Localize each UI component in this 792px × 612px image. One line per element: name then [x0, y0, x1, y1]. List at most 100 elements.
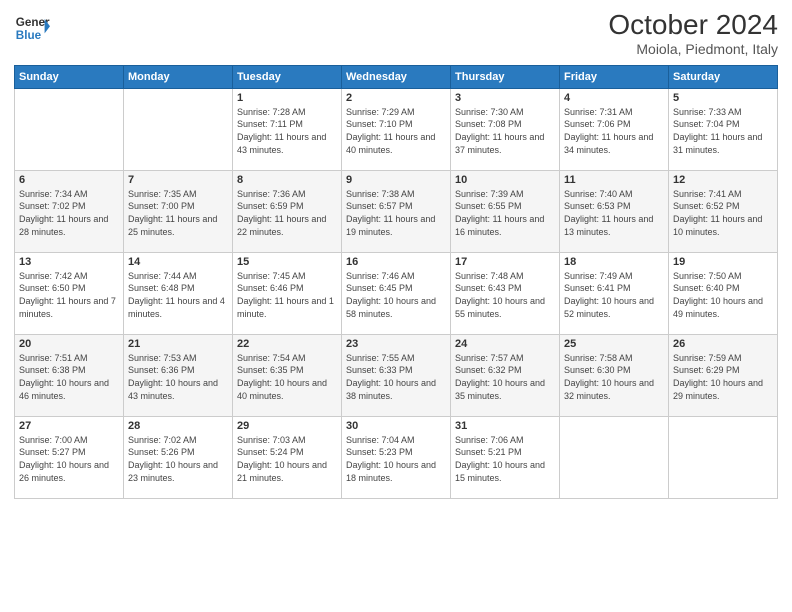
day-number: 23 — [346, 338, 446, 350]
logo: General Blue — [14, 10, 50, 46]
day-info: Sunrise: 7:58 AM Sunset: 6:30 PM Dayligh… — [564, 352, 664, 402]
location: Moiola, Piedmont, Italy — [608, 41, 778, 57]
day-header-thursday: Thursday — [451, 65, 560, 88]
day-cell: 2 Sunrise: 7:29 AM Sunset: 7:10 PM Daylig… — [342, 88, 451, 170]
day-cell — [124, 88, 233, 170]
week-row-4: 20 Sunrise: 7:51 AM Sunset: 6:38 PM Dayli… — [15, 334, 778, 416]
day-cell: 8 Sunrise: 7:36 AM Sunset: 6:59 PM Daylig… — [233, 170, 342, 252]
day-number: 5 — [673, 92, 773, 104]
day-info: Sunrise: 7:41 AM Sunset: 6:52 PM Dayligh… — [673, 188, 773, 238]
day-info: Sunrise: 7:51 AM Sunset: 6:38 PM Dayligh… — [19, 352, 119, 402]
day-number: 11 — [564, 174, 664, 186]
day-info: Sunrise: 7:38 AM Sunset: 6:57 PM Dayligh… — [346, 188, 446, 238]
day-info: Sunrise: 7:30 AM Sunset: 7:08 PM Dayligh… — [455, 106, 555, 156]
day-cell: 5 Sunrise: 7:33 AM Sunset: 7:04 PM Daylig… — [669, 88, 778, 170]
day-number: 25 — [564, 338, 664, 350]
day-number: 29 — [237, 420, 337, 432]
day-cell: 28Sunrise: 7:02 AM Sunset: 5:26 PM Dayli… — [124, 416, 233, 498]
day-number: 16 — [346, 256, 446, 268]
svg-text:Blue: Blue — [16, 29, 42, 42]
day-cell — [15, 88, 124, 170]
day-info: Sunrise: 7:04 AM Sunset: 5:23 PM Dayligh… — [346, 434, 446, 484]
day-number: 28 — [128, 420, 228, 432]
day-number: 4 — [564, 92, 664, 104]
day-info: Sunrise: 7:33 AM Sunset: 7:04 PM Dayligh… — [673, 106, 773, 156]
day-info: Sunrise: 7:34 AM Sunset: 7:02 PM Dayligh… — [19, 188, 119, 238]
day-info: Sunrise: 7:31 AM Sunset: 7:06 PM Dayligh… — [564, 106, 664, 156]
day-info: Sunrise: 7:48 AM Sunset: 6:43 PM Dayligh… — [455, 270, 555, 320]
day-header-friday: Friday — [560, 65, 669, 88]
day-cell: 20 Sunrise: 7:51 AM Sunset: 6:38 PM Dayli… — [15, 334, 124, 416]
day-header-monday: Monday — [124, 65, 233, 88]
day-cell: 12 Sunrise: 7:41 AM Sunset: 6:52 PM Dayli… — [669, 170, 778, 252]
day-number: 7 — [128, 174, 228, 186]
day-info: Sunrise: 7:40 AM Sunset: 6:53 PM Dayligh… — [564, 188, 664, 238]
day-info: Sunrise: 7:55 AM Sunset: 6:33 PM Dayligh… — [346, 352, 446, 402]
day-info: Sunrise: 7:45 AM Sunset: 6:46 PM Dayligh… — [237, 270, 337, 320]
day-info: Sunrise: 7:03 AM Sunset: 5:24 PM Dayligh… — [237, 434, 337, 484]
day-info: Sunrise: 7:44 AM Sunset: 6:48 PM Dayligh… — [128, 270, 228, 320]
day-info: Sunrise: 7:59 AM Sunset: 6:29 PM Dayligh… — [673, 352, 773, 402]
day-number: 24 — [455, 338, 555, 350]
day-cell: 4 Sunrise: 7:31 AM Sunset: 7:06 PM Daylig… — [560, 88, 669, 170]
day-cell: 23 Sunrise: 7:55 AM Sunset: 6:33 PM Dayli… — [342, 334, 451, 416]
day-cell: 31 Sunrise: 7:06 AM Sunset: 5:21 PM Dayli… — [451, 416, 560, 498]
day-cell: 14 Sunrise: 7:44 AM Sunset: 6:48 PM Dayli… — [124, 252, 233, 334]
day-info: Sunrise: 7:49 AM Sunset: 6:41 PM Dayligh… — [564, 270, 664, 320]
day-cell: 16 Sunrise: 7:46 AM Sunset: 6:45 PM Dayli… — [342, 252, 451, 334]
day-number: 15 — [237, 256, 337, 268]
day-info: Sunrise: 7:42 AM Sunset: 6:50 PM Dayligh… — [19, 270, 119, 320]
day-info: Sunrise: 7:46 AM Sunset: 6:45 PM Dayligh… — [346, 270, 446, 320]
day-number: 14 — [128, 256, 228, 268]
week-row-3: 13 Sunrise: 7:42 AM Sunset: 6:50 PM Dayli… — [15, 252, 778, 334]
header-row: SundayMondayTuesdayWednesdayThursdayFrid… — [15, 65, 778, 88]
day-cell: 24 Sunrise: 7:57 AM Sunset: 6:32 PM Dayli… — [451, 334, 560, 416]
day-info: Sunrise: 7:50 AM Sunset: 6:40 PM Dayligh… — [673, 270, 773, 320]
calendar-table: SundayMondayTuesdayWednesdayThursdayFrid… — [14, 65, 778, 499]
day-number: 2 — [346, 92, 446, 104]
day-number: 22 — [237, 338, 337, 350]
day-number: 3 — [455, 92, 555, 104]
day-cell: 19 Sunrise: 7:50 AM Sunset: 6:40 PM Dayli… — [669, 252, 778, 334]
day-cell: 1 Sunrise: 7:28 AM Sunset: 7:11 PM Daylig… — [233, 88, 342, 170]
day-cell: 17 Sunrise: 7:48 AM Sunset: 6:43 PM Dayli… — [451, 252, 560, 334]
day-header-saturday: Saturday — [669, 65, 778, 88]
day-number: 9 — [346, 174, 446, 186]
day-cell: 6Sunrise: 7:34 AM Sunset: 7:02 PM Daylig… — [15, 170, 124, 252]
title-block: October 2024 Moiola, Piedmont, Italy — [608, 10, 778, 57]
day-number: 1 — [237, 92, 337, 104]
day-header-wednesday: Wednesday — [342, 65, 451, 88]
day-info: Sunrise: 7:57 AM Sunset: 6:32 PM Dayligh… — [455, 352, 555, 402]
logo-svg: General Blue — [14, 10, 50, 46]
day-info: Sunrise: 7:53 AM Sunset: 6:36 PM Dayligh… — [128, 352, 228, 402]
day-info: Sunrise: 7:06 AM Sunset: 5:21 PM Dayligh… — [455, 434, 555, 484]
day-info: Sunrise: 7:35 AM Sunset: 7:00 PM Dayligh… — [128, 188, 228, 238]
day-info: Sunrise: 7:29 AM Sunset: 7:10 PM Dayligh… — [346, 106, 446, 156]
day-info: Sunrise: 7:36 AM Sunset: 6:59 PM Dayligh… — [237, 188, 337, 238]
day-cell: 29 Sunrise: 7:03 AM Sunset: 5:24 PM Dayli… — [233, 416, 342, 498]
week-row-2: 6Sunrise: 7:34 AM Sunset: 7:02 PM Daylig… — [15, 170, 778, 252]
day-number: 17 — [455, 256, 555, 268]
day-cell: 26 Sunrise: 7:59 AM Sunset: 6:29 PM Dayli… — [669, 334, 778, 416]
day-cell — [560, 416, 669, 498]
day-cell — [669, 416, 778, 498]
day-header-sunday: Sunday — [15, 65, 124, 88]
week-row-5: 27Sunrise: 7:00 AM Sunset: 5:27 PM Dayli… — [15, 416, 778, 498]
day-number: 20 — [19, 338, 119, 350]
day-number: 26 — [673, 338, 773, 350]
day-cell: 10Sunrise: 7:39 AM Sunset: 6:55 PM Dayli… — [451, 170, 560, 252]
day-number: 8 — [237, 174, 337, 186]
day-cell: 22Sunrise: 7:54 AM Sunset: 6:35 PM Dayli… — [233, 334, 342, 416]
day-cell: 7 Sunrise: 7:35 AM Sunset: 7:00 PM Daylig… — [124, 170, 233, 252]
day-number: 13 — [19, 256, 119, 268]
header: General Blue October 2024 Moiola, Piedmo… — [14, 10, 778, 57]
day-cell: 30Sunrise: 7:04 AM Sunset: 5:23 PM Dayli… — [342, 416, 451, 498]
day-header-tuesday: Tuesday — [233, 65, 342, 88]
day-number: 12 — [673, 174, 773, 186]
day-info: Sunrise: 7:28 AM Sunset: 7:11 PM Dayligh… — [237, 106, 337, 156]
calendar-page: General Blue October 2024 Moiola, Piedmo… — [0, 0, 792, 612]
day-info: Sunrise: 7:39 AM Sunset: 6:55 PM Dayligh… — [455, 188, 555, 238]
day-cell: 15 Sunrise: 7:45 AM Sunset: 6:46 PM Dayli… — [233, 252, 342, 334]
day-number: 31 — [455, 420, 555, 432]
day-number: 19 — [673, 256, 773, 268]
